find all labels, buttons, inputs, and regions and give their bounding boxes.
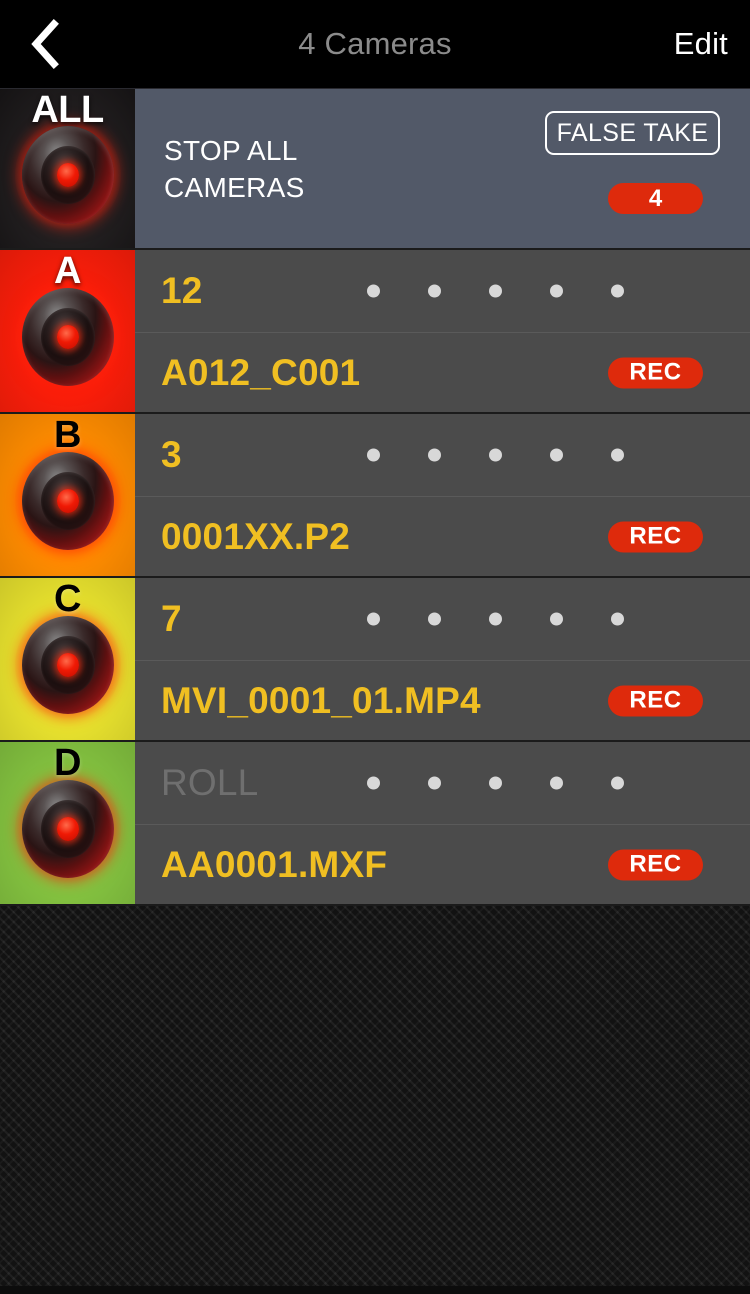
filename-field-value[interactable]: AA0001.MXF: [161, 844, 387, 886]
camera-thumbnail-c[interactable]: C: [0, 578, 135, 740]
record-lens-icon: [14, 773, 121, 886]
camera-fields: ROLL AA0001.MXF REC: [135, 742, 750, 904]
status-dot: [428, 776, 441, 790]
take-field-row: 3: [135, 414, 750, 497]
stop-all-line-1: STOP ALL: [164, 134, 298, 166]
all-cameras-thumbnail[interactable]: ALL: [0, 89, 135, 248]
camera-fields: 12 A012_C001 REC: [135, 250, 750, 412]
status-dot: [611, 284, 624, 298]
status-dot: [367, 612, 380, 626]
status-dot: [489, 612, 502, 626]
status-dot: [367, 776, 380, 790]
status-dot: [428, 612, 441, 626]
camera-thumbnail-d[interactable]: D: [0, 742, 135, 904]
status-dot: [489, 776, 502, 790]
camera-row: A 12 A012_C001 REC: [0, 250, 750, 414]
stop-all-cameras-label: STOP ALL CAMERAS: [164, 131, 305, 205]
camera-thumbnail-a[interactable]: A: [0, 250, 135, 412]
camera-letter-label: B: [54, 414, 81, 456]
camera-count-badge[interactable]: 4: [608, 183, 703, 214]
status-dot: [550, 284, 563, 298]
take-field-value[interactable]: 12: [161, 270, 203, 312]
take-field-value[interactable]: 7: [161, 598, 182, 640]
take-field-row: 12: [135, 250, 750, 333]
stop-all-line-2: CAMERAS: [164, 171, 305, 203]
camera-row: B 3 0001XX.P2 REC: [0, 414, 750, 578]
camera-row: D ROLL AA0001.MXF REC: [0, 742, 750, 906]
rec-status-badge[interactable]: REC: [608, 849, 703, 880]
status-dots: [367, 448, 624, 462]
rec-status-badge[interactable]: REC: [608, 357, 703, 388]
camera-letter-label: A: [54, 250, 81, 292]
filename-field-row: 0001XX.P2 REC: [135, 497, 750, 576]
rec-status-badge[interactable]: REC: [608, 685, 703, 716]
take-field-row: 7: [135, 578, 750, 661]
page-title: 4 Cameras: [298, 26, 452, 61]
record-lens-icon: [14, 445, 121, 558]
status-dot: [367, 448, 380, 462]
status-dot: [550, 776, 563, 790]
status-dot: [611, 448, 624, 462]
take-field-value[interactable]: 3: [161, 434, 182, 476]
status-dot: [550, 448, 563, 462]
status-dot: [489, 448, 502, 462]
status-dots: [367, 284, 624, 298]
record-lens-icon: [14, 609, 121, 722]
take-field-row: ROLL: [135, 742, 750, 825]
roll-field-placeholder[interactable]: ROLL: [161, 762, 258, 804]
record-lens-icon: [14, 281, 121, 394]
camera-list: A 12 A012_C001 REC B 3 0001XX.P2 REC C 7 MVI_0001_…: [0, 250, 750, 906]
filename-field-value[interactable]: MVI_0001_01.MP4: [161, 680, 481, 722]
camera-row: C 7 MVI_0001_01.MP4 REC: [0, 578, 750, 742]
filename-field-value[interactable]: A012_C001: [161, 352, 360, 394]
camera-thumbnail-b[interactable]: B: [0, 414, 135, 576]
camera-letter-label: D: [54, 742, 81, 784]
status-dot: [550, 612, 563, 626]
false-take-button[interactable]: FALSE TAKE: [545, 111, 720, 155]
navigation-bar: 4 Cameras Edit: [0, 0, 750, 88]
status-dot: [611, 612, 624, 626]
rec-status-badge[interactable]: REC: [608, 521, 703, 552]
status-dot: [428, 448, 441, 462]
edit-button[interactable]: Edit: [674, 26, 728, 62]
back-button[interactable]: [14, 13, 76, 75]
status-dot: [428, 284, 441, 298]
camera-fields: 7 MVI_0001_01.MP4 REC: [135, 578, 750, 740]
camera-letter-label: C: [54, 578, 81, 620]
status-dots: [367, 612, 624, 626]
status-dot: [367, 284, 380, 298]
status-dot: [489, 284, 502, 298]
all-cameras-panel: STOP ALL CAMERAS FALSE TAKE 4: [135, 89, 750, 248]
camera-fields: 3 0001XX.P2 REC: [135, 414, 750, 576]
status-dots: [367, 776, 624, 790]
carbon-fiber-background: [0, 906, 750, 1286]
filename-field-row: MVI_0001_01.MP4 REC: [135, 661, 750, 740]
all-thumbnail-label: ALL: [31, 89, 104, 131]
record-lens-icon: [14, 118, 121, 231]
filename-field-row: A012_C001 REC: [135, 333, 750, 412]
chevron-left-icon: [30, 19, 60, 69]
all-cameras-row: ALL STOP ALL CAMERAS FALSE TAKE 4: [0, 89, 750, 250]
camera-slate-screen: 4 Cameras Edit ALL STOP ALL CAMERAS FALS…: [0, 0, 750, 1294]
status-dot: [611, 776, 624, 790]
filename-field-row: AA0001.MXF REC: [135, 825, 750, 904]
filename-field-value[interactable]: 0001XX.P2: [161, 516, 350, 558]
